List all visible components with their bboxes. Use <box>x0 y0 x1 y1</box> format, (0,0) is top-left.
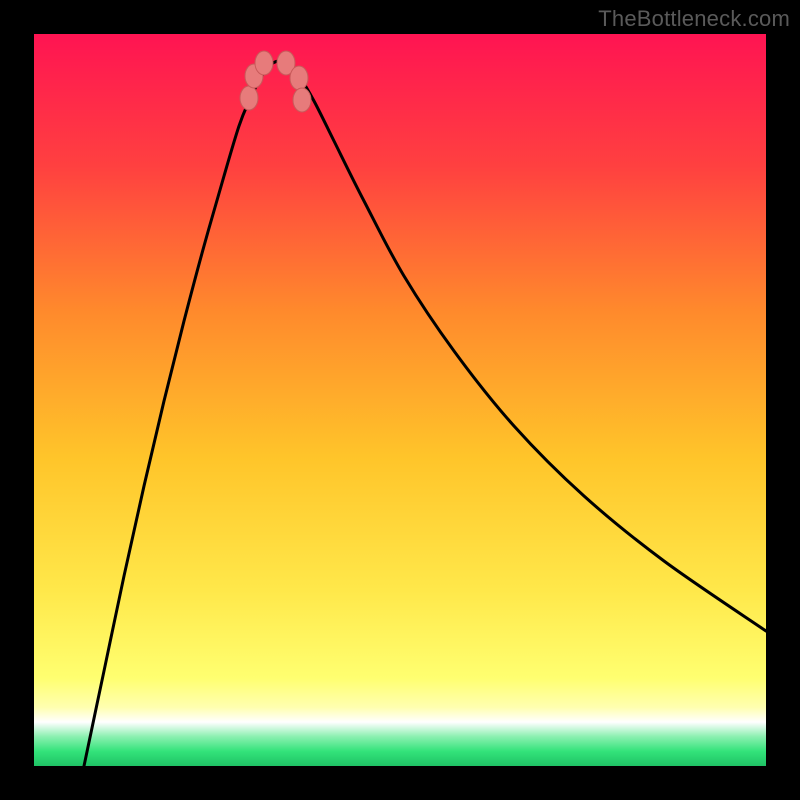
attribution-text: TheBottleneck.com <box>598 6 790 32</box>
marker-left-shoulder-top <box>240 86 258 110</box>
gradient-background <box>34 34 766 766</box>
marker-right-shoulder <box>290 66 308 90</box>
chart-svg <box>34 34 766 766</box>
marker-valley-left <box>255 51 273 75</box>
plot-area <box>34 34 766 766</box>
outer-frame: TheBottleneck.com <box>0 0 800 800</box>
marker-right-shoulder-top <box>293 88 311 112</box>
